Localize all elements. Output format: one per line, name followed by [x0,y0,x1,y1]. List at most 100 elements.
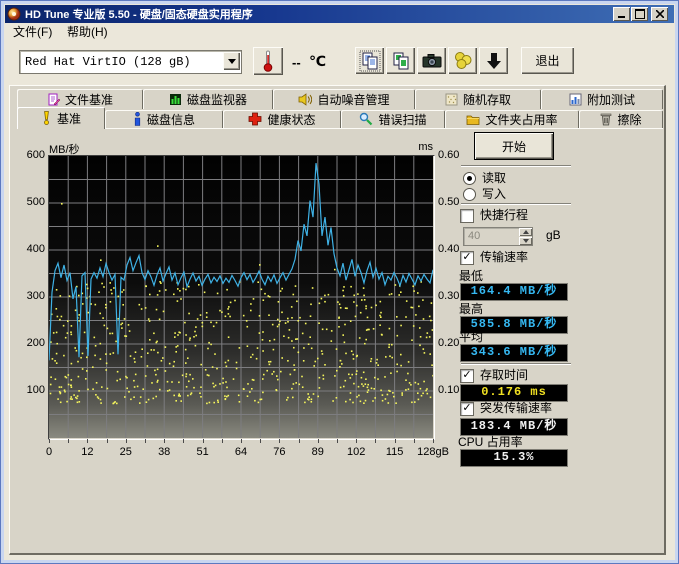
x-tick-mark [375,439,376,443]
separator [461,203,571,205]
x-tick-mark [68,439,69,443]
copy-text-button[interactable] [355,47,384,74]
extra-tests-icon [569,93,582,106]
maximize-button[interactable] [631,7,648,21]
tab-label: 基准 [57,110,81,127]
temperature-button[interactable] [253,47,283,75]
app-icon [7,7,21,21]
tab-benchmark[interactable]: 基准 [17,107,105,129]
axis-tick-label: 0.10 [438,384,472,396]
tab-error-scan[interactable]: 错误扫描 [341,110,445,128]
start-button[interactable]: 开始 [474,132,554,160]
close-icon [656,10,664,18]
axis-tick-label: 76 [257,446,301,458]
menu-help[interactable]: 帮助(H) [61,24,114,40]
close-button[interactable] [651,7,668,21]
x-tick-mark [241,439,242,443]
tab-label: 错误扫描 [378,111,426,128]
read-radio[interactable] [463,172,476,185]
thermometer-icon [262,50,274,72]
window-title: HD Tune 专业版 5.50 - 硬盘/固态硬盘实用程序 [25,6,253,22]
access-time-checkbox[interactable]: ✓ [460,369,474,383]
axis-tick-label: 102 [334,446,378,458]
save-results-button[interactable] [479,47,508,74]
down-arrow-icon [484,51,504,71]
x-tick-mark [164,439,165,443]
tab-file-benchmark[interactable]: 文件基准 [17,89,143,109]
plot-canvas [49,156,433,438]
x-tick-mark [337,439,338,443]
title-bar: HD Tune 专业版 5.50 - 硬盘/固态硬盘实用程序 [5,5,674,23]
short-stroke-checkbox[interactable] [460,209,474,223]
spinner-up-button[interactable] [519,228,532,236]
axis-tick-label: 300 [11,290,45,302]
tab-health[interactable]: 健康状态 [223,110,341,128]
capacity-value: 40 [468,230,480,242]
separator [461,363,571,365]
cpu-usage-display: 15.3% [460,449,568,467]
burst-rate-display: 183.4 MB/秒 [460,418,568,436]
tab-folder-usage[interactable]: 文件夹占用率 [445,110,579,128]
read-radio-label: 读取 [482,172,506,185]
tab-disk-monitor[interactable]: 磁盘监视器 [143,89,273,109]
axis-tick-label: 400 [11,243,45,255]
start-button-label: 开始 [502,138,526,155]
axis-tick-label: 0.20 [438,337,472,349]
capacity-spinner[interactable]: 40 [463,227,533,246]
disk-monitor-icon [169,93,182,106]
access-time-display: 0.176 ms [460,384,568,402]
tab-label: 健康状态 [267,111,315,128]
minimize-button[interactable] [613,7,630,21]
drive-select-dropdown-button[interactable] [223,52,240,70]
chevron-down-icon [228,59,236,64]
burst-rate-checkbox[interactable]: ✓ [460,402,474,416]
tab-random-access[interactable]: 随机存取 [415,89,541,109]
axis-tick-label: 0.50 [438,196,472,208]
write-radio-label: 写入 [482,188,506,201]
axis-tick-label: 200 [11,337,45,349]
x-tick-mark [414,439,415,443]
app-window: HD Tune 专业版 5.50 - 硬盘/固态硬盘实用程序 文件(F) 帮助(… [0,0,679,564]
axis-tick-label: 115 [373,446,417,458]
drive-select[interactable]: Red Hat VirtIO (128 gB) [19,50,242,74]
access-time-label: 存取时间 [480,369,528,382]
tab-page-edge [17,128,663,129]
health-icon [248,112,262,126]
x-tick-mark [87,439,88,443]
x-tick-mark [222,439,223,443]
file-benchmark-icon [47,93,60,106]
benchmark-icon [41,111,52,125]
axis-tick-label: 600 [11,149,45,161]
x-tick-mark [145,439,146,443]
disk-info-icon [133,112,142,126]
copy-image-button[interactable] [386,47,415,74]
error-scan-icon [359,112,373,126]
tab-extra-tests[interactable]: 附加测试 [541,89,663,109]
axis-tick-label: 0.60 [438,149,472,161]
spinner-down-button[interactable] [519,237,532,245]
x-tick-mark [183,439,184,443]
donate-button[interactable] [448,47,477,74]
tab-label: 文件基准 [65,91,113,108]
transfer-rate-label: 传输速率 [480,251,528,264]
tab-label: 随机存取 [463,91,511,108]
folder-usage-icon [466,113,480,126]
copy-image-icon [390,50,412,72]
axis-tick-label: 25 [104,446,148,458]
tab-noise-management[interactable]: 自动噪音管理 [273,89,415,109]
menu-file[interactable]: 文件(F) [7,24,58,40]
tab-disk-info[interactable]: 磁盘信息 [105,110,223,128]
x-tick-mark [203,439,204,443]
x-tick-mark [356,439,357,443]
tab-label: 文件夹占用率 [485,111,557,128]
axis-tick-label: 0.30 [438,290,472,302]
tab-label: 自动噪音管理 [317,91,389,108]
temperature-unit: ℃ [309,53,326,70]
axis-tick-label: 64 [219,446,263,458]
min-label: 最低 [459,270,483,283]
temperature-value: -- [292,55,301,70]
screenshot-button[interactable] [417,47,446,74]
exit-button[interactable]: 退出 [521,47,574,74]
tab-erase[interactable]: 擦除 [579,110,663,128]
short-stroke-label: 快捷行程 [480,209,528,222]
